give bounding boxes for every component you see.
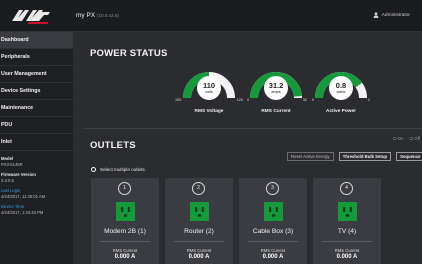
- outlets-title: OUTLETS: [90, 140, 136, 151]
- outlet-current-value: 0.000 A: [336, 254, 358, 260]
- outlet-socket-icon: [190, 202, 209, 221]
- sidebar-item-maintenance[interactable]: Maintenance: [0, 100, 73, 117]
- device-info: Model PX3-5145R Firmware Version 3.3.0.5…: [1, 151, 73, 215]
- gauge-active-power: 0.8 watts 0 1 Active Power: [306, 60, 376, 114]
- outlet-current-value: 0.000 A: [114, 254, 136, 260]
- select-multiple-label: Select multiple outlets.: [100, 167, 146, 172]
- current-value: 31.2: [268, 81, 284, 90]
- user-name: Administrator: [381, 12, 410, 18]
- last-login-label: Last Login: [1, 188, 21, 193]
- outlet-socket-icon: [116, 202, 135, 221]
- outlet-number: 2: [192, 182, 205, 195]
- outlet-card-3[interactable]: 3 Cable Box (3) RMS Current 0.000 A: [239, 178, 307, 264]
- sidebar-item-device-settings[interactable]: Device Settings: [0, 83, 73, 100]
- power-readout: 0.8 watts: [329, 76, 353, 100]
- sidebar-item-dashboard[interactable]: Dashboard: [0, 32, 73, 49]
- outlet-number: 4: [340, 182, 353, 195]
- model-value: PX3-5145R: [1, 162, 23, 167]
- outlet-number: 1: [118, 182, 131, 195]
- voltage-unit: volts: [205, 90, 213, 94]
- outlet-socket-icon: [264, 202, 283, 221]
- power-min: 0: [312, 98, 315, 102]
- current-unit: amps: [271, 90, 281, 94]
- power-status-title: POWER STATUS: [90, 48, 168, 59]
- current-label: RMS Current: [261, 109, 291, 114]
- outlet-current-label: RMS Current: [334, 248, 360, 253]
- outlet-power-toggles: ⏻ On ⏻ Off: [393, 136, 420, 141]
- voltage-min: 100: [175, 98, 182, 102]
- outlet-current-value: 0.000 A: [188, 254, 210, 260]
- device-time-label: Device Time: [1, 204, 25, 209]
- user-icon: [373, 12, 379, 18]
- outlet-name: Router (2): [184, 228, 214, 235]
- outlet-number: 3: [266, 182, 279, 195]
- power-off-toggle[interactable]: ⏻ Off: [410, 136, 420, 141]
- power-unit: watts: [336, 90, 346, 94]
- threshold-bulk-setup-button[interactable]: Threshold Bulk Setup: [338, 152, 392, 161]
- sidebar-item-peripherals[interactable]: Peripherals: [0, 49, 73, 66]
- model-label: Model: [1, 156, 14, 161]
- sidebar-item-pdu[interactable]: PDU: [0, 117, 73, 134]
- outlet-actions: Reset Active Energy Threshold Bulk Setup…: [287, 152, 422, 161]
- power-value: 0.8: [335, 81, 347, 90]
- outlet-name: Cable Box (3): [252, 228, 294, 235]
- card-divider: [322, 241, 372, 242]
- current-min: 0: [247, 98, 250, 102]
- top-bar: my PX (10.0.42.5) Administrator: [0, 0, 422, 32]
- sidebar: Dashboard Peripherals User Management De…: [0, 32, 73, 264]
- select-multiple-outlets[interactable]: Select multiple outlets.: [91, 167, 146, 172]
- sidebar-item-inlet[interactable]: Inlet: [0, 134, 73, 151]
- device-time-value: 4/24/2017, 1:23:43 PM: [1, 210, 44, 215]
- current-readout: 31.2 amps: [264, 76, 288, 100]
- outlet-current-label: RMS Current: [260, 248, 286, 253]
- sequence-button[interactable]: Sequence: [396, 152, 422, 161]
- reset-active-energy-button[interactable]: Reset Active Energy: [287, 152, 334, 161]
- voltage-value: 110: [202, 81, 216, 90]
- power-max: 1: [367, 98, 370, 102]
- voltage-readout: 110 volts: [197, 76, 221, 100]
- power-on-toggle[interactable]: ⏻ On: [393, 136, 404, 141]
- logo[interactable]: [10, 7, 52, 25]
- main-content: POWER STATUS 110 volts 100 120 RMS Volta…: [73, 32, 422, 264]
- outlet-card-4[interactable]: 4 TV (4) RMS Current 0.000 A: [313, 178, 381, 264]
- gauge-rms-voltage: 110 volts 100 120 RMS Voltage: [174, 60, 244, 114]
- outlet-name: Modem 2B (1): [104, 228, 146, 235]
- outlet-current-label: RMS Current: [186, 248, 212, 253]
- outlet-card-2[interactable]: 2 Router (2) RMS Current 0.000 A: [165, 178, 233, 264]
- user-menu[interactable]: Administrator: [373, 12, 410, 18]
- last-login-value: 4/24/2017, 11:28:01 AM: [1, 194, 46, 199]
- gauge-rms-current: 31.2 amps 0 32 RMS Current: [241, 60, 311, 114]
- outlet-current-value: 0.000 A: [262, 254, 284, 260]
- power-label: Active Power: [325, 109, 357, 114]
- outlet-socket-icon: [338, 202, 357, 221]
- outlet-current-label: RMS Current: [112, 248, 138, 253]
- firmware-label: Firmware Version: [1, 172, 36, 177]
- section-divider: [83, 128, 422, 129]
- outlet-name: TV (4): [337, 228, 357, 235]
- voltage-label: RMS Voltage: [194, 109, 224, 114]
- power-off-label: Off: [414, 136, 420, 141]
- firmware-value: 3.3.0.5: [1, 178, 14, 183]
- device-name: my PX: [76, 12, 96, 19]
- power-on-label: On: [397, 136, 404, 141]
- device-ip: (10.0.42.5): [97, 13, 119, 18]
- card-divider: [248, 241, 298, 242]
- outlet-card-1[interactable]: 1 Modem 2B (1) RMS Current 0.000 A: [91, 178, 159, 264]
- card-divider: [100, 241, 150, 242]
- sidebar-item-user-management[interactable]: User Management: [0, 66, 73, 83]
- app-title: my PX (10.0.42.5): [76, 12, 119, 19]
- card-divider: [174, 241, 224, 242]
- select-multiple-radio[interactable]: [91, 167, 96, 172]
